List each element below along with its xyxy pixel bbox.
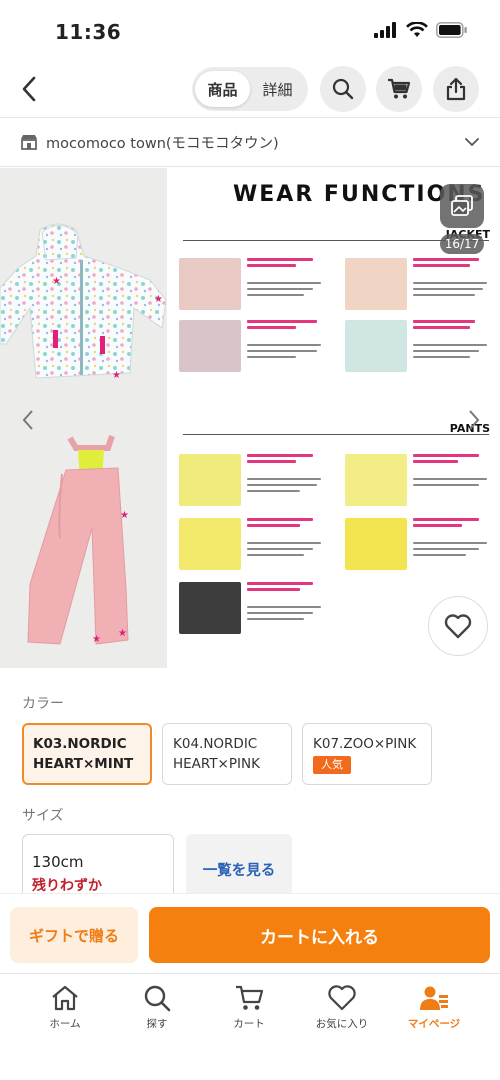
color-option-line2: HEART×PINK xyxy=(173,756,260,772)
size-value: 130cm xyxy=(32,853,84,871)
pants-image: ★ ★ ★ xyxy=(27,435,129,645)
color-option-line2: HEART×MINT xyxy=(33,756,134,772)
color-option-line1: K03.NORDIC xyxy=(33,736,127,752)
color-option-line1: K04.NORDIC xyxy=(173,736,258,752)
status-time: 11:36 xyxy=(55,20,122,44)
feature-item xyxy=(179,582,329,634)
stock-status: 残りわずか xyxy=(32,878,102,894)
tab-product[interactable]: 商品 xyxy=(195,71,250,107)
tab-favorites-label: お気に入り xyxy=(315,1018,369,1030)
status-bar: 11:36 xyxy=(0,0,500,62)
back-button[interactable] xyxy=(14,72,44,106)
home-icon xyxy=(52,985,78,1011)
shop-row[interactable]: mocomoco town(モコモコタウン) xyxy=(0,117,500,167)
feature-item xyxy=(345,258,495,310)
feature-item xyxy=(179,258,329,310)
color-option[interactable]: K03.NORDIC HEART×MINT xyxy=(22,723,152,785)
chevron-left-icon xyxy=(22,410,33,430)
color-option[interactable]: K07.ZOO×PINK 人気 xyxy=(302,723,432,785)
favorite-button[interactable] xyxy=(428,596,488,656)
svg-text:★: ★ xyxy=(118,628,127,639)
pants-divider xyxy=(183,434,489,435)
feature-item xyxy=(345,454,495,506)
feature-item xyxy=(179,454,329,506)
search-button[interactable] xyxy=(320,66,366,112)
mypage-icon xyxy=(420,986,448,1010)
search-icon xyxy=(144,985,171,1012)
feature-item xyxy=(345,518,495,570)
tab-detail[interactable]: 詳細 xyxy=(250,71,305,107)
bottom-tab-bar: ホーム 探す カート お気に入り マイページ xyxy=(0,973,500,1080)
share-button[interactable] xyxy=(433,66,479,112)
tab-home[interactable]: ホーム xyxy=(25,984,105,1040)
size-label: サイズ xyxy=(22,808,64,824)
chevron-down-icon xyxy=(465,138,479,147)
gallery-view-button[interactable] xyxy=(440,184,484,228)
status-icons xyxy=(374,22,468,38)
gift-button[interactable]: ギフトで贈る xyxy=(10,907,138,963)
heart-icon xyxy=(328,985,356,1011)
signal-icon xyxy=(374,22,396,38)
shop-name: mocomoco town(モコモコタウン) xyxy=(46,135,279,152)
heart-icon xyxy=(444,614,472,639)
color-option[interactable]: K04.NORDIC HEART×PINK xyxy=(162,723,292,785)
store-icon xyxy=(21,135,37,150)
battery-icon xyxy=(436,22,467,38)
svg-text:★: ★ xyxy=(112,370,121,381)
search-icon xyxy=(332,78,354,100)
tab-mypage[interactable]: マイページ xyxy=(394,984,474,1040)
prev-image-button[interactable] xyxy=(16,404,40,436)
feature-item xyxy=(179,518,329,570)
image-gallery-icon xyxy=(451,195,473,216)
chevron-left-icon xyxy=(22,76,36,102)
chevron-right-icon xyxy=(469,410,480,430)
next-image-button[interactable] xyxy=(462,404,486,436)
wifi-icon xyxy=(406,22,428,37)
cart-icon xyxy=(236,985,264,1010)
color-label: カラー xyxy=(22,696,64,712)
feature-item xyxy=(345,320,495,372)
tab-search[interactable]: 探す xyxy=(117,984,197,1040)
svg-text:★: ★ xyxy=(92,634,101,645)
color-option-line1: K07.ZOO×PINK xyxy=(313,736,417,752)
tab-mypage-label: マイページ xyxy=(407,1018,461,1030)
action-bar: ギフトで贈る カートに入れる xyxy=(0,893,500,973)
tab-cart[interactable]: カート xyxy=(209,984,289,1040)
product-gallery[interactable]: ★ ★ ★ ★ ★ ★ WEAR FUNCTIONS JACKET PANTS xyxy=(0,168,500,668)
share-icon xyxy=(446,77,466,101)
tab-cart-label: カート xyxy=(233,1018,265,1030)
add-to-cart-button[interactable]: カートに入れる xyxy=(149,907,490,963)
top-nav: 商品 詳細 xyxy=(0,62,500,116)
jacket-image: ★ ★ ★ xyxy=(0,223,167,381)
svg-text:★: ★ xyxy=(154,294,163,305)
cart-button[interactable] xyxy=(376,66,422,112)
svg-text:★: ★ xyxy=(120,510,129,521)
cart-icon xyxy=(388,78,411,99)
segment-control: 商品 詳細 xyxy=(192,67,308,111)
tab-search-label: 探す xyxy=(146,1018,168,1030)
svg-text:★: ★ xyxy=(52,276,61,287)
image-counter: 16/17 xyxy=(440,234,484,254)
feature-item xyxy=(179,320,329,372)
tab-favorites[interactable]: お気に入り xyxy=(302,984,382,1040)
tab-home-label: ホーム xyxy=(49,1018,81,1030)
popular-badge: 人気 xyxy=(313,756,351,774)
